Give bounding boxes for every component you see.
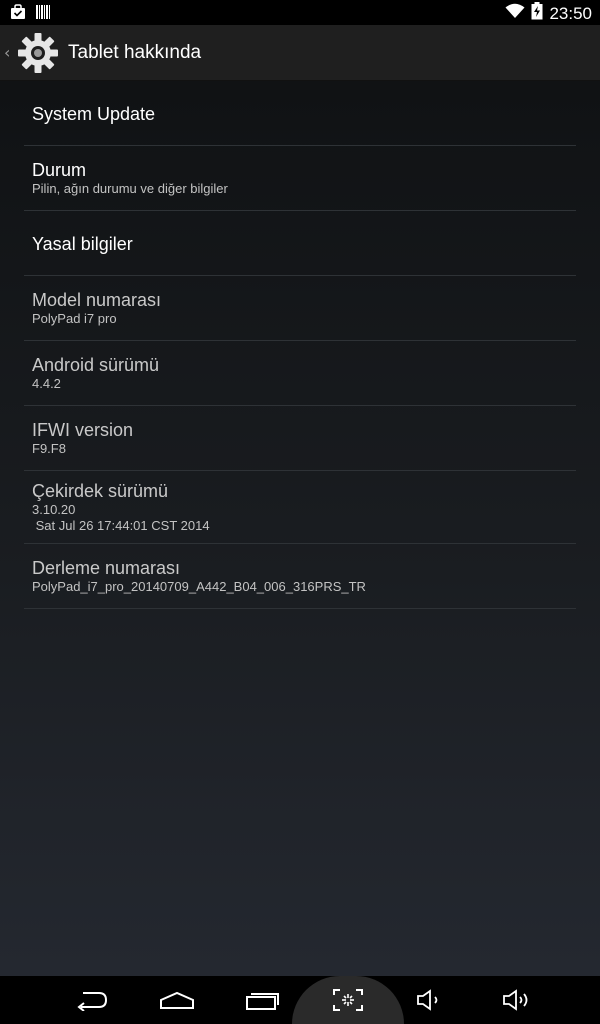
pref-kernel-version: Çekirdek sürümü 3.10.20 Sat Jul 26 17:44… <box>24 471 576 544</box>
pref-android-version[interactable]: Android sürümü 4.4.2 <box>24 341 576 406</box>
up-caret-icon[interactable]: ‹ <box>4 43 14 62</box>
recent-apps-icon[interactable] <box>233 976 293 1024</box>
pref-title: Derleme numarası <box>32 558 181 578</box>
pref-summary: PolyPad_i7_pro_20140709_A442_B04_006_316… <box>32 579 366 594</box>
page-title: Tablet hakkında <box>68 41 202 63</box>
screenshot-icon[interactable] <box>318 976 378 1024</box>
settings-content: System Update Durum Pilin, ağın durumu v… <box>0 81 600 976</box>
status-notifications <box>10 4 50 25</box>
preference-list: System Update Durum Pilin, ağın durumu v… <box>24 81 576 609</box>
pref-title: Yasal bilgiler <box>32 234 133 254</box>
status-time: 23:50 <box>549 3 592 23</box>
pref-summary: 3.10.20 Sat Jul 26 17:44:01 CST 2014 <box>32 502 210 533</box>
volume-down-icon[interactable] <box>400 976 460 1024</box>
pref-title: Durum <box>32 160 87 180</box>
pref-summary: PolyPad i7 pro <box>32 311 117 326</box>
navigation-bar <box>0 976 600 1024</box>
status-bar: 23:50 <box>0 0 600 25</box>
home-icon[interactable] <box>147 976 207 1024</box>
pref-build-number[interactable]: Derleme numarası PolyPad_i7_pro_20140709… <box>24 544 576 609</box>
battery-charging-icon <box>531 2 543 25</box>
shopping-bag-icon <box>10 4 26 25</box>
action-bar[interactable]: ‹ Tablet hakkında <box>0 25 600 82</box>
pref-status[interactable]: Durum Pilin, ağın durumu ve diğer bilgil… <box>24 146 576 211</box>
screen: 23:50 ‹ Tablet hakkında System Update Du… <box>0 0 600 1024</box>
back-icon[interactable] <box>62 976 122 1024</box>
pref-ifwi-version: IFWI version F9.F8 <box>24 406 576 471</box>
pref-title: Çekirdek sürümü <box>32 481 169 501</box>
pref-system-update[interactable]: System Update <box>24 81 576 146</box>
pref-summary: Pilin, ağın durumu ve diğer bilgiler <box>32 181 228 196</box>
pref-title: Android sürümü <box>32 355 160 375</box>
pref-model-number: Model numarası PolyPad i7 pro <box>24 276 576 341</box>
pref-title: Model numarası <box>32 290 162 310</box>
pref-summary: F9.F8 <box>32 441 66 456</box>
status-system: 23:50 <box>505 2 592 25</box>
pref-legal-info[interactable]: Yasal bilgiler <box>24 211 576 276</box>
pref-title: IFWI version <box>32 420 134 440</box>
wifi-icon <box>505 3 525 24</box>
pref-summary: 4.4.2 <box>32 376 61 391</box>
pref-title: System Update <box>32 104 156 124</box>
settings-gear-icon[interactable] <box>16 31 60 75</box>
volume-up-icon[interactable] <box>487 976 547 1024</box>
barcode-icon <box>36 4 50 25</box>
